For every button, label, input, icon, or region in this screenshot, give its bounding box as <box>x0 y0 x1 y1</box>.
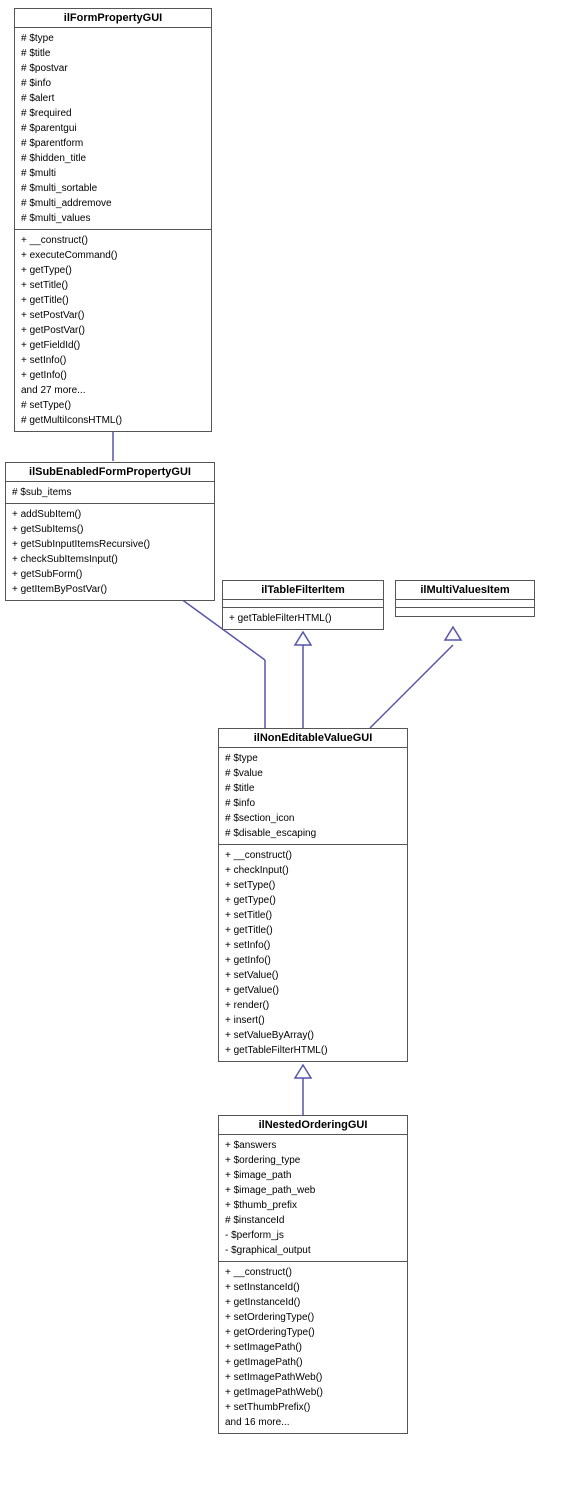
box-title-ilNonEditableValueGUI: ilNonEditableValueGUI <box>219 729 407 748</box>
box-fields-ilMultiValuesItem <box>396 600 534 608</box>
box-ilTableFilterItem: ilTableFilterItem + getTableFilterHTML() <box>222 580 384 630</box>
box-fields-ilNestedOrderingGUI: + $answers + $ordering_type + $image_pat… <box>219 1135 407 1262</box>
box-title-ilSubEnabledFormPropertyGUI: ilSubEnabledFormPropertyGUI <box>6 463 214 482</box>
box-section-empty-ilTableFilterItem <box>223 600 383 608</box>
box-ilFormPropertyGUI: ilFormPropertyGUI # $type # $title # $po… <box>14 8 212 432</box>
box-methods-ilMultiValuesItem <box>396 608 534 616</box>
box-methods-ilNonEditableValueGUI: + __construct() + checkInput() + setType… <box>219 845 407 1061</box>
box-methods-ilNestedOrderingGUI: + __construct() + setInstanceId() + getI… <box>219 1262 407 1433</box>
box-ilNestedOrderingGUI: ilNestedOrderingGUI + $answers + $orderi… <box>218 1115 408 1434</box>
box-ilNonEditableValueGUI: ilNonEditableValueGUI # $type # $value #… <box>218 728 408 1062</box>
box-ilMultiValuesItem: ilMultiValuesItem <box>395 580 535 617</box>
box-methods-ilFormPropertyGUI: + __construct() + executeCommand() + get… <box>15 230 211 431</box>
box-title-ilNestedOrderingGUI: ilNestedOrderingGUI <box>219 1116 407 1135</box>
box-fields-ilSubEnabledFormPropertyGUI: # $sub_items <box>6 482 214 504</box>
box-methods-ilSubEnabledFormPropertyGUI: + addSubItem() + getSubItems() + getSubI… <box>6 504 214 600</box>
box-title-ilTableFilterItem: ilTableFilterItem <box>223 581 383 600</box>
diagram-container: ilFormPropertyGUI # $type # $title # $po… <box>0 0 573 1509</box>
box-fields-ilFormPropertyGUI: # $type # $title # $postvar # $info # $a… <box>15 28 211 230</box>
box-methods-ilTableFilterItem: + getTableFilterHTML() <box>223 608 383 629</box>
box-fields-ilNonEditableValueGUI: # $type # $value # $title # $info # $sec… <box>219 748 407 845</box>
box-title-ilFormPropertyGUI: ilFormPropertyGUI <box>15 9 211 28</box>
box-ilSubEnabledFormPropertyGUI: ilSubEnabledFormPropertyGUI # $sub_items… <box>5 462 215 601</box>
box-title-ilMultiValuesItem: ilMultiValuesItem <box>396 581 534 600</box>
